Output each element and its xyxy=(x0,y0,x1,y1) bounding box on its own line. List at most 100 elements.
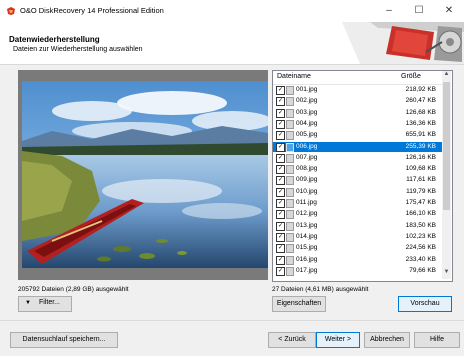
preview-button[interactable]: Vorschau xyxy=(398,296,452,312)
file-name: 007.jpg xyxy=(296,153,318,161)
file-row[interactable]: ✓ 016.jpg 233,40 KB xyxy=(273,255,442,265)
file-row[interactable]: ✓ 007.jpg 126,16 KB xyxy=(273,153,442,163)
file-name: 016.jpg xyxy=(296,255,318,263)
minimize-icon[interactable]: – xyxy=(374,0,404,22)
column-header-name[interactable]: Dateiname xyxy=(277,73,311,80)
file-size: 109,68 KB xyxy=(405,165,436,173)
file-name: 015.jpg xyxy=(296,244,318,252)
file-name: 009.jpg xyxy=(296,176,318,184)
scroll-down-icon[interactable]: ▼ xyxy=(442,269,451,279)
file-row[interactable]: ✓ 011.jpg 175,47 KB xyxy=(273,198,442,208)
file-size: 102,23 KB xyxy=(405,232,436,240)
vertical-scrollbar[interactable]: ▲ ▼ xyxy=(442,71,451,279)
file-row[interactable]: ✓ 004.jpg 136,36 KB xyxy=(273,119,442,129)
checkbox-checked-icon[interactable]: ✓ xyxy=(276,119,285,129)
image-file-icon xyxy=(286,266,294,276)
file-size: 183,50 KB xyxy=(405,221,436,229)
close-icon[interactable]: ✕ xyxy=(434,0,464,22)
image-file-icon xyxy=(286,244,294,254)
header-disk-illustration xyxy=(342,22,464,64)
image-file-icon xyxy=(286,131,294,141)
checkbox-checked-icon[interactable]: ✓ xyxy=(276,165,285,175)
file-size: 136,36 KB xyxy=(405,119,436,127)
window-title: O&O DiskRecovery 14 Professional Edition xyxy=(20,6,164,15)
file-size: 224,56 KB xyxy=(405,244,436,252)
image-file-icon xyxy=(286,210,294,220)
selection-status-right: 27 Dateien (4,61 MB) ausgewählt xyxy=(272,286,369,293)
file-name: 004.jpg xyxy=(296,119,318,127)
file-name: 013.jpg xyxy=(296,221,318,229)
checkbox-checked-icon[interactable]: ✓ xyxy=(276,266,285,276)
help-button[interactable]: Hilfe xyxy=(414,332,460,348)
file-row[interactable]: ✓ 013.jpg 183,50 KB xyxy=(273,221,442,231)
checkbox-checked-icon[interactable]: ✓ xyxy=(276,86,285,95)
image-file-icon xyxy=(286,153,294,163)
file-size: 655,91 KB xyxy=(405,131,436,139)
file-list[interactable]: Dateiname Größe ✓ 001.jpg 218,92 KB ✓ 002.jp… xyxy=(272,70,453,282)
file-name: 005.jpg xyxy=(296,131,318,139)
file-row[interactable]: ✓ 001.jpg 218,92 KB xyxy=(273,85,442,95)
maximize-icon[interactable]: ☐ xyxy=(404,0,434,22)
app-logo-icon xyxy=(7,7,15,15)
file-row[interactable]: ✓ 012.jpg 166,10 KB xyxy=(273,209,442,220)
image-file-icon xyxy=(286,97,294,107)
checkbox-checked-icon[interactable]: ✓ xyxy=(276,176,285,186)
scroll-thumb[interactable] xyxy=(443,82,450,210)
file-row[interactable]: ✓ 010.jpg 119,79 KB xyxy=(273,187,442,197)
file-size: 119,79 KB xyxy=(406,187,436,195)
image-file-icon xyxy=(286,119,294,129)
image-file-icon xyxy=(286,221,294,231)
image-file-icon xyxy=(286,187,294,197)
file-size: 126,68 KB xyxy=(405,108,436,116)
checkbox-checked-icon[interactable]: ✓ xyxy=(276,131,285,141)
file-name: 017.jpg xyxy=(296,266,318,274)
next-button[interactable]: Weiter > xyxy=(316,332,360,348)
file-row[interactable]: ✓ 009.jpg 117,61 KB xyxy=(273,175,442,186)
filter-button-label: Filter... xyxy=(39,299,61,306)
checkbox-checked-icon[interactable]: ✓ xyxy=(276,153,285,163)
file-row[interactable]: ✓ 003.jpg 126,68 KB xyxy=(273,108,442,118)
file-name: 008.jpg xyxy=(296,165,318,173)
file-row[interactable]: ✓ 006.jpg 255,39 KB xyxy=(273,141,442,152)
file-size: 175,47 KB xyxy=(405,199,436,206)
checkbox-checked-icon[interactable]: ✓ xyxy=(276,244,285,254)
image-file-icon xyxy=(286,165,294,175)
file-row[interactable]: ✓ 015.jpg 224,56 KB xyxy=(273,243,442,254)
checkbox-checked-icon[interactable]: ✓ xyxy=(276,255,285,265)
checkbox-checked-icon[interactable]: ✓ xyxy=(276,199,285,208)
checkbox-checked-icon[interactable]: ✓ xyxy=(276,232,285,242)
file-name: 001.jpg xyxy=(296,86,318,93)
image-file-icon xyxy=(286,176,294,186)
checkbox-checked-icon[interactable]: ✓ xyxy=(276,187,285,197)
back-button[interactable]: < Zurück xyxy=(268,332,316,348)
checkbox-checked-icon[interactable]: ✓ xyxy=(276,210,285,220)
file-name: 002.jpg xyxy=(296,97,318,105)
properties-button[interactable]: Eigenschaften xyxy=(272,296,326,312)
file-row[interactable]: ✓ 002.jpg 260,47 KB xyxy=(273,96,442,107)
checkbox-checked-icon[interactable]: ✓ xyxy=(276,142,285,152)
save-scan-button[interactable]: Datensuchlauf speichern... xyxy=(10,332,118,348)
file-size: 233,40 KB xyxy=(405,255,436,263)
file-row[interactable]: ✓ 005.jpg 655,91 KB xyxy=(273,130,442,141)
file-row[interactable]: ✓ 014.jpg 102,23 KB xyxy=(273,232,442,242)
scroll-up-icon[interactable]: ▲ xyxy=(442,71,451,81)
file-size: 126,16 KB xyxy=(405,153,436,161)
file-row[interactable]: ✓ 017.jpg 79,66 KB xyxy=(273,266,442,276)
checkbox-checked-icon[interactable]: ✓ xyxy=(276,221,285,231)
footer-divider xyxy=(0,320,464,321)
file-name: 010.jpg xyxy=(296,187,318,195)
page-subtitle: Dateien zur Wiederherstellung auswählen xyxy=(13,46,143,53)
file-row[interactable]: ✓ 008.jpg 109,68 KB xyxy=(273,164,442,175)
file-name: 006.jpg xyxy=(296,142,318,150)
column-header-size[interactable]: Größe xyxy=(401,73,421,80)
checkbox-checked-icon[interactable]: ✓ xyxy=(276,97,285,107)
list-header: Dateiname Größe xyxy=(273,71,442,85)
image-file-icon xyxy=(286,199,294,208)
image-file-icon xyxy=(286,232,294,242)
checkbox-checked-icon[interactable]: ✓ xyxy=(276,108,285,118)
cancel-button[interactable]: Abbrechen xyxy=(364,332,410,348)
file-size: 260,47 KB xyxy=(405,97,436,105)
selection-status-left: 205792 Dateien (2,89 GB) ausgewählt xyxy=(18,286,129,293)
file-size: 79,66 KB xyxy=(409,266,436,274)
image-file-icon xyxy=(286,142,294,152)
